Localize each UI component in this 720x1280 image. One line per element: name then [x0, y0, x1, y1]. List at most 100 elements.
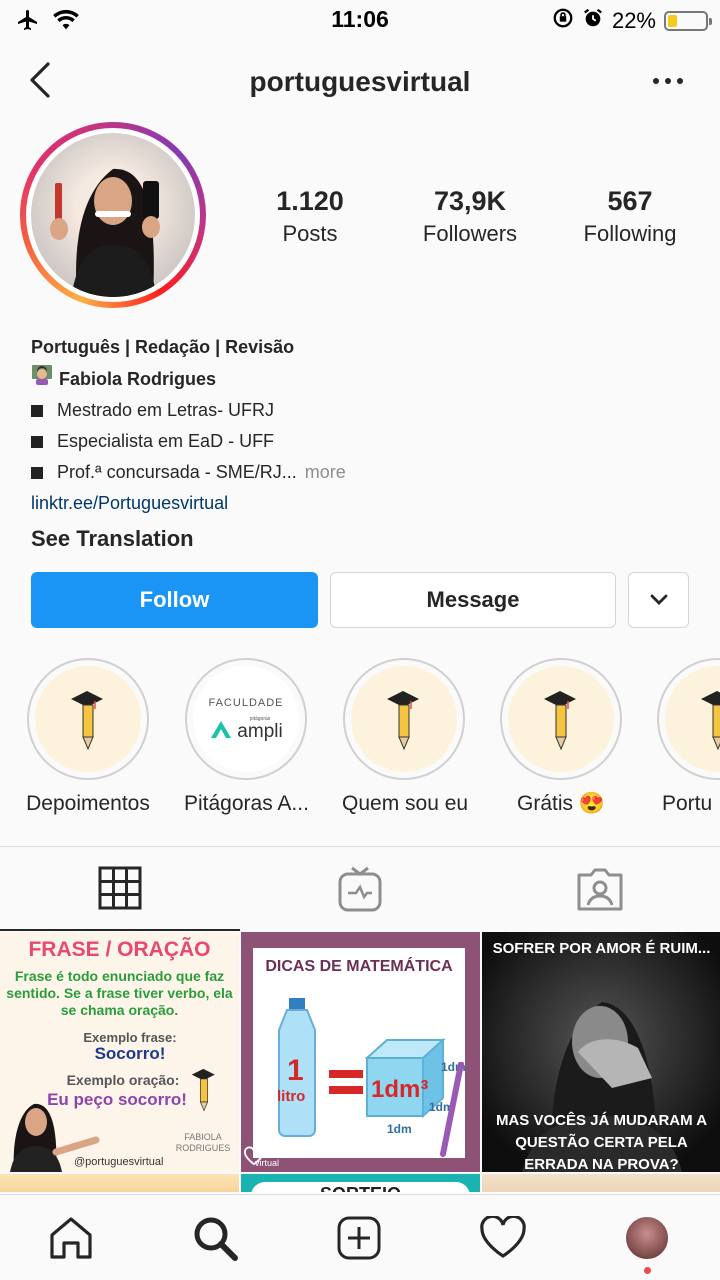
search-icon	[194, 1217, 238, 1261]
home-icon	[50, 1217, 92, 1259]
posts-grid: FRASE / ORAÇÃO Frase é todo enunciado qu…	[0, 930, 720, 1192]
stat-value: 73,9K	[433, 186, 507, 216]
post-thumbnail[interactable]	[0, 1174, 239, 1192]
bio-line-text: Prof.ª concursada - SME/RJ...	[57, 462, 297, 482]
ampli-brand: ampli	[237, 721, 283, 742]
profile-stats: 1.120 Posts 73,9K Followers 567 Followin…	[230, 186, 710, 247]
post-handle: @portuguesvirtual	[74, 1156, 164, 1168]
tagged-user-icon	[577, 868, 623, 911]
stat-label: Posts	[282, 221, 338, 246]
post-thumbnail[interactable]	[482, 1174, 720, 1192]
post-title: DICAS DE MATEMÁTICA	[265, 958, 453, 975]
profile-avatar[interactable]	[20, 122, 206, 308]
post-text: SORTEIO	[241, 1184, 480, 1192]
see-translation-link[interactable]: See Translation	[31, 523, 691, 554]
post-top-text: SOFRER POR AMOR É RUIM...	[492, 940, 711, 957]
stat-label: Following	[583, 221, 677, 246]
posts-count[interactable]: 1.120 Posts	[230, 186, 390, 247]
add-post-icon	[337, 1216, 381, 1260]
profile-bio: Português | Redação | Revisão Fabiola Ro…	[31, 332, 691, 554]
highlight-label: Portu	[662, 792, 713, 815]
black-square-icon	[31, 435, 43, 448]
bio-display-name: Fabiola Rodrigues	[59, 368, 217, 389]
message-button[interactable]: Message	[330, 572, 616, 628]
battery-percent: 22%	[611, 8, 656, 33]
faculdade-caption: FACULDADE	[208, 697, 284, 709]
highlight-quem-sou-eu[interactable]: Quem sou eu	[342, 658, 469, 816]
profile-username: portuguesvirtual	[249, 66, 471, 97]
bio-website-link[interactable]: linktr.ee/Portuguesvirtual	[31, 488, 691, 519]
cube-dim-bottom: 1dm	[387, 1122, 412, 1136]
avatar-photo	[31, 133, 195, 297]
igtv-icon	[338, 866, 382, 912]
bottle-unit: litro	[277, 1088, 306, 1105]
post-example: Socorro!	[94, 1044, 166, 1063]
post-thumbnail[interactable]: SORTEIO	[241, 1174, 480, 1192]
nav-activity[interactable]	[478, 1213, 528, 1263]
chevron-down-icon	[650, 594, 667, 605]
highlight-label: Depoimentos	[26, 792, 150, 815]
bio-line: Mestrado em Letras- UFRJ	[31, 395, 691, 426]
bio-category: Português | Redação | Revisão	[31, 337, 295, 357]
post-thumbnail[interactable]: FRASE / ORAÇÃO Frase é todo enunciado qu…	[0, 932, 239, 1172]
teacher-emoji-icon	[31, 363, 53, 395]
post-thumbnail[interactable]: SOFRER POR AMOR É RUIM... MAS VOCÊS JÁ M…	[482, 932, 720, 1172]
post-example-label: Exemplo frase:	[83, 1030, 177, 1045]
suggested-dropdown-button[interactable]	[628, 572, 689, 628]
highlight-gratis[interactable]: Grátis 😍	[499, 658, 623, 816]
graduation-pencil-icon	[71, 691, 103, 751]
tab-grid[interactable]	[0, 847, 240, 931]
highlight-pitagoras[interactable]: FACULDADE pitágoras ampli Pitágoras A...	[184, 658, 309, 816]
orientation-lock-icon	[552, 7, 574, 35]
heart-icon	[480, 1216, 526, 1258]
profile-avatar-icon	[624, 1215, 670, 1261]
status-bar: 11:06 22%	[0, 0, 720, 40]
graduation-pencil-icon	[701, 691, 720, 751]
heart-outline-icon	[244, 1146, 264, 1166]
bio-line: Especialista em EaD - UFF	[31, 426, 691, 457]
stat-label: Followers	[422, 221, 518, 246]
pencil-icon	[440, 1062, 464, 1157]
cube-volume: 1dm³	[371, 1076, 429, 1103]
highlight-label: Quem sou eu	[342, 792, 469, 815]
nav-home[interactable]	[46, 1213, 96, 1263]
bottom-navigation	[0, 1194, 720, 1280]
post-body: Frase é todo enunciado que faz sentido. …	[6, 968, 233, 1018]
following-count[interactable]: 567 Following	[550, 186, 710, 247]
post-title: FRASE / ORAÇÃO	[28, 938, 211, 961]
profile-tabs	[0, 846, 720, 931]
nav-profile[interactable]	[622, 1213, 672, 1274]
bio-name-line: Fabiola Rodrigues	[31, 363, 691, 395]
highlight-label: Grátis 😍	[517, 792, 605, 815]
post-footer-small: matemática	[267, 1146, 304, 1153]
highlight-label: Pitágoras A...	[184, 792, 309, 815]
bottle-number: 1	[287, 1054, 304, 1087]
post-card: DICAS DE MATEMÁTICA 1 litro 1dm³ 1dm 1dm…	[253, 948, 466, 1158]
stat-value: 1.120	[276, 186, 344, 216]
more-options-button[interactable]	[650, 66, 686, 96]
more-dots-icon	[653, 78, 683, 84]
ampli-logo: pitágoras ampli	[209, 717, 283, 742]
followers-count[interactable]: 73,9K Followers	[390, 186, 550, 247]
notification-dot	[644, 1267, 651, 1274]
highlight-portugues[interactable]: Portu	[656, 658, 720, 816]
battery-icon	[664, 11, 712, 31]
ampli-a-icon	[211, 721, 232, 738]
bio-line-text: Especialista em EaD - UFF	[57, 431, 275, 451]
nav-new-post[interactable]	[334, 1213, 384, 1263]
highlight-depoimentos[interactable]: Depoimentos	[26, 658, 150, 816]
bio-line-text: Mestrado em Letras- UFRJ	[57, 400, 275, 420]
profile-header: portuguesvirtual	[0, 46, 720, 116]
post-thumbnail[interactable]: DICAS DE MATEMÁTICA 1 litro 1dm³ 1dm 1dm…	[241, 932, 480, 1172]
tab-tagged[interactable]	[480, 847, 720, 931]
black-square-icon	[31, 466, 43, 479]
tab-igtv[interactable]	[240, 847, 480, 931]
graduation-pencil-icon	[544, 691, 576, 751]
graduation-pencil-icon	[191, 1068, 215, 1112]
graduation-pencil-icon	[387, 691, 419, 751]
bio-more-link[interactable]: more	[305, 457, 346, 488]
equals-sign	[329, 1070, 363, 1094]
nav-search[interactable]	[190, 1213, 240, 1263]
grid-icon	[98, 866, 142, 910]
follow-button[interactable]: Follow	[31, 572, 318, 628]
